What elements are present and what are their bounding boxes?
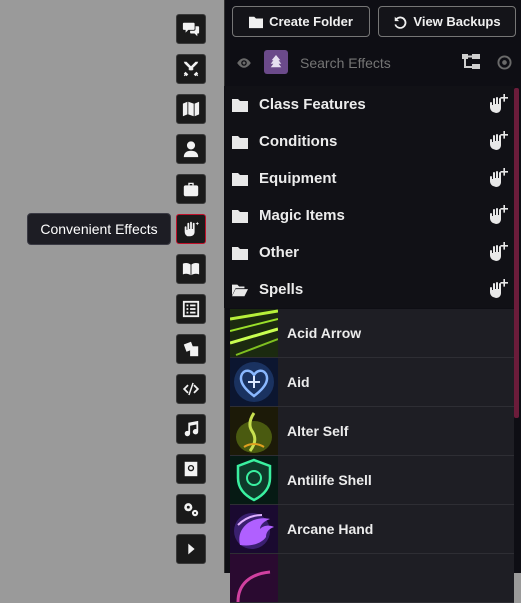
add-effect-icon[interactable]	[488, 167, 510, 189]
tab-tables[interactable]	[176, 294, 206, 324]
chat-icon	[182, 22, 200, 37]
add-effect-icon[interactable]	[488, 93, 510, 115]
tab-macros[interactable]	[176, 374, 206, 404]
alter-self-image	[230, 407, 278, 455]
folder-magic-items[interactable]: Magic Items	[224, 197, 514, 234]
folder-equipment[interactable]: Equipment	[224, 160, 514, 197]
caret-right-icon	[188, 543, 195, 555]
map-icon	[182, 101, 200, 117]
tab-compendium[interactable]	[176, 454, 206, 484]
folder-icon	[232, 209, 248, 223]
tab-chat[interactable]	[176, 14, 206, 44]
folder-class-features[interactable]: Class Features	[224, 86, 514, 123]
effect-image	[230, 554, 278, 602]
folder-conditions[interactable]: Conditions	[224, 123, 514, 160]
sidebar-toggle-button[interactable]	[264, 50, 288, 74]
crossed-swords-icon	[183, 61, 199, 77]
undo-icon	[394, 16, 407, 29]
tab-playlists[interactable]	[176, 414, 206, 444]
add-effect-icon[interactable]	[488, 130, 510, 152]
search-row	[230, 48, 521, 78]
search-input[interactable]	[298, 48, 452, 78]
user-icon	[183, 141, 199, 158]
folder-icon	[249, 16, 264, 28]
tab-convenient-effects[interactable]	[176, 214, 206, 244]
tab-items[interactable]	[176, 174, 206, 204]
add-effect-icon[interactable]	[488, 278, 510, 300]
sidebar-tabs	[176, 14, 208, 574]
effect-partial[interactable]	[230, 554, 514, 603]
effect-acid-arrow[interactable]: Acid Arrow	[230, 309, 514, 358]
tab-collapse[interactable]	[176, 534, 206, 564]
cogs-icon	[184, 503, 199, 517]
list-icon	[182, 300, 200, 318]
tooltip-label: Convenient Effects	[40, 221, 158, 237]
antilife-shell-image	[230, 456, 278, 504]
folder-icon	[232, 135, 248, 149]
tab-cards[interactable]	[176, 334, 206, 364]
folder-spells[interactable]: Spells	[224, 271, 514, 308]
arcane-hand-image	[230, 505, 278, 553]
add-effect-icon[interactable]	[488, 204, 510, 226]
tab-journal[interactable]	[176, 254, 206, 284]
effect-aid[interactable]: Aid	[230, 358, 514, 407]
effect-arcane-hand[interactable]: Arcane Hand	[230, 505, 514, 554]
aid-image	[230, 358, 278, 406]
add-effect-icon[interactable]	[488, 241, 510, 263]
create-folder-button[interactable]: Create Folder	[232, 6, 370, 37]
folder-open-icon	[232, 284, 248, 296]
tree-icon	[270, 55, 282, 68]
acid-arrow-image	[230, 309, 278, 357]
suitcase-icon	[183, 182, 199, 197]
tab-settings[interactable]	[176, 494, 206, 524]
book-open-icon	[182, 263, 200, 276]
tab-combat[interactable]	[176, 54, 206, 84]
tab-scenes[interactable]	[176, 94, 206, 124]
collapse-folders-icon[interactable]	[462, 54, 480, 70]
target-icon[interactable]	[497, 55, 512, 70]
view-backups-button[interactable]: View Backups	[378, 6, 516, 37]
music-icon	[184, 420, 199, 437]
cards-icon	[183, 341, 199, 357]
effect-antilife-shell[interactable]: Antilife Shell	[230, 456, 514, 505]
atlas-icon	[184, 461, 198, 477]
eye-icon[interactable]	[236, 55, 252, 71]
hand-sparkles-icon	[184, 221, 200, 237]
folder-icon	[232, 246, 248, 260]
code-icon	[182, 382, 200, 396]
tooltip: Convenient Effects	[27, 213, 171, 245]
scrollbar[interactable]	[514, 88, 519, 418]
tab-actors[interactable]	[176, 134, 206, 164]
effect-alter-self[interactable]: Alter Self	[230, 407, 514, 456]
folder-icon	[232, 98, 248, 112]
folder-other[interactable]: Other	[224, 234, 514, 271]
folder-icon	[232, 172, 248, 186]
